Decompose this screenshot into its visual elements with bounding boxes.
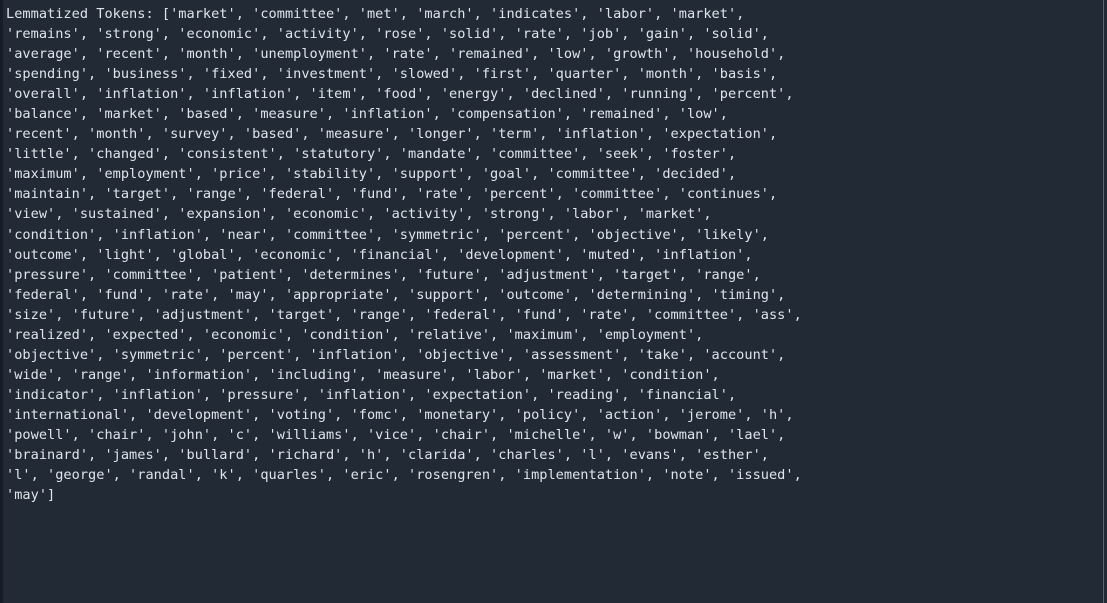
console-line: 'remains', 'strong', 'economic', 'activi… [6,26,769,43]
console-line: 'powell', 'chair', 'john', 'c', 'william… [6,426,786,443]
console-line: 'federal', 'fund', 'rate', 'may', 'appro… [6,286,786,303]
console-line: 'view', 'sustained', 'expansion', 'econo… [6,206,712,223]
console-line: 'wide', 'range', 'information', 'includi… [6,366,720,383]
console-line: 'little', 'changed', 'consistent', 'stat… [6,146,737,163]
console-line: 'condition', 'inflation', 'near', 'commi… [6,226,769,243]
console-line: 'overall', 'inflation', 'inflation', 'it… [6,86,794,103]
console-line: 'outcome', 'light', 'global', 'economic'… [6,246,753,263]
console-line: 'spending', 'business', 'fixed', 'invest… [6,66,778,83]
console-line: 'maintain', 'target', 'range', 'federal'… [6,186,778,203]
console-output-window[interactable]: Lemmatized Tokens: ['market', 'committee… [0,0,1107,603]
console-line: 'l', 'george', 'randal', 'k', 'quarles',… [6,467,802,484]
console-line: 'pressure', 'committee', 'patient', 'det… [6,266,761,283]
console-line: 'balance', 'market', 'based', 'measure',… [6,106,728,123]
console-line: Lemmatized Tokens: ['market', 'committee… [6,6,745,22]
console-line: 'international', 'development', 'voting'… [6,406,794,423]
console-line: 'indicator', 'inflation', 'pressure', 'i… [6,386,737,403]
console-line: 'average', 'recent', 'month', 'unemploym… [6,46,786,63]
lemmatized-tokens-output: Lemmatized Tokens: ['market', 'committee… [6,4,1107,505]
console-line: 'may'] [6,487,56,504]
console-line: 'size', 'future', 'adjustment', 'target'… [6,306,802,323]
console-line: 'maximum', 'employment', 'price', 'stabi… [6,166,737,183]
console-line: 'realized', 'expected', 'economic', 'con… [6,326,704,343]
console-line: 'objective', 'symmetric', 'percent', 'in… [6,346,786,363]
console-line: 'brainard', 'james', 'bullard', 'richard… [6,447,769,464]
console-line: 'recent', 'month', 'survey', 'based', 'm… [6,126,778,143]
